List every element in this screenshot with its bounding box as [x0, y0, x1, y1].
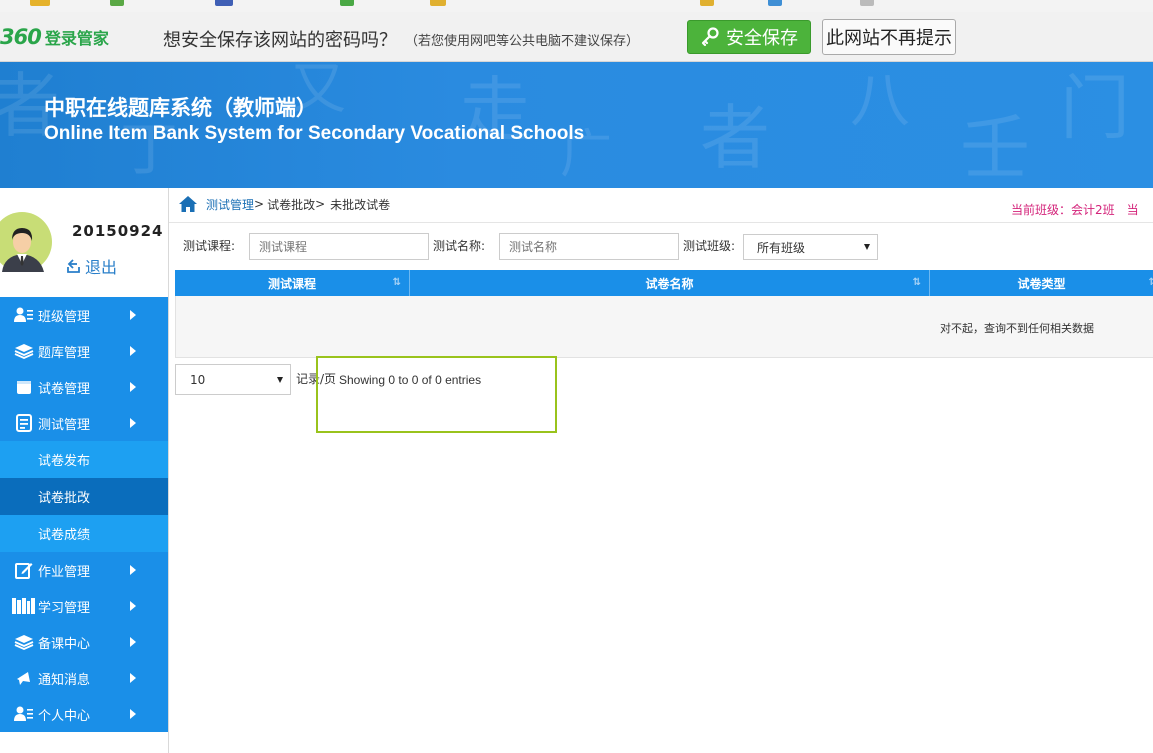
name-filter-input[interactable] [499, 233, 679, 260]
chevron-right-icon [130, 673, 136, 683]
highlight-box [316, 356, 557, 433]
header-divider [169, 222, 1153, 223]
edit-icon [11, 561, 37, 579]
username: 20150924 [72, 222, 164, 240]
document-icon [11, 414, 37, 432]
column-header-label: 试卷类型 [1017, 276, 1066, 291]
user-list-icon [11, 306, 37, 324]
name-filter-label: 测试名称: [433, 239, 486, 253]
course-filter-label: 测试课程: [183, 239, 236, 253]
public-computer-note: （若您使用网吧等公共电脑不建议保存） [405, 34, 640, 49]
menu-class-management[interactable]: 班级管理 [0, 297, 168, 333]
menu-question-bank[interactable]: 题库管理 [0, 333, 168, 369]
avatar [0, 212, 52, 272]
chevron-right-icon [130, 346, 136, 356]
menu-label: 班级管理 [38, 309, 91, 325]
user-list-icon [11, 705, 37, 723]
bell-icon [11, 669, 37, 687]
save-password-question: 想安全保存该网站的密码吗？ [163, 30, 397, 51]
page-length-select[interactable]: 10 [175, 364, 291, 395]
logout-label: 退出 [85, 258, 118, 277]
menu-test-management[interactable]: 测试管理 [0, 405, 168, 441]
submenu-publish-paper[interactable]: 试卷发布 [0, 441, 168, 478]
sidebar-divider [168, 188, 169, 753]
breadcrumb-separator: > [254, 197, 265, 211]
dropdown-arrow-icon [277, 377, 283, 383]
menu-notifications[interactable]: 通知消息 [0, 660, 168, 696]
chevron-right-icon [130, 310, 136, 320]
menu-label: 个人中心 [38, 708, 91, 724]
menu-paper-management[interactable]: 试卷管理 [0, 369, 168, 405]
menu-label: 作业管理 [38, 564, 91, 580]
system-title-cn: 中职在线题库系统（教师端） [44, 96, 317, 120]
books-icon [11, 597, 37, 615]
current-class: 当前班级：会计2班当 [1011, 201, 1139, 218]
sort-icon: ⇅ [1148, 277, 1153, 288]
class-filter-label: 测试班级: [683, 239, 736, 253]
menu-personal-center[interactable]: 个人中心 [0, 696, 168, 732]
safe-save-button[interactable]: 安全保存 [687, 20, 811, 54]
chevron-right-icon [130, 418, 136, 428]
bookmark-bar [0, 0, 1153, 12]
submenu-grade-paper[interactable]: 试卷批改 [0, 478, 168, 515]
logo-number: 360 [0, 25, 42, 49]
layers-icon [11, 633, 37, 651]
breadcrumb-separator: > [315, 197, 326, 211]
never-prompt-button[interactable]: 此网站不再提示 [822, 19, 956, 55]
sidebar: 20150924 退出 班级管理 题库管理 试卷管理 测试管理 试卷发布 试卷批… [0, 188, 168, 753]
logout-button[interactable]: 退出 [66, 254, 117, 278]
dropdown-arrow-icon [864, 244, 870, 250]
menu-label: 测试管理 [38, 417, 91, 433]
menu-homework-management[interactable]: 作业管理 [0, 552, 168, 588]
menu-study-management[interactable]: 学习管理 [0, 588, 168, 624]
paper-icon [11, 378, 37, 396]
menu-lesson-prep[interactable]: 备课中心 [0, 624, 168, 660]
menu-label: 通知消息 [38, 672, 91, 688]
safe-save-label: 安全保存 [726, 28, 798, 49]
main-menu: 班级管理 题库管理 试卷管理 测试管理 试卷发布 试卷批改 试卷成绩 作业管理 … [0, 297, 168, 732]
table-header: 测试课程 ⇅ 试卷名称 ⇅ 试卷类型 ⇅ [175, 270, 1153, 296]
chevron-right-icon [130, 601, 136, 611]
page-length-value: 10 [190, 372, 206, 387]
chevron-right-icon [130, 382, 136, 392]
system-title-en: Online Item Bank System for Secondary Vo… [44, 123, 585, 144]
menu-label: 试卷管理 [38, 381, 91, 397]
home-icon[interactable] [178, 195, 198, 213]
current-class-label: 当前班级：会计2班 [1011, 203, 1115, 217]
current-class-extra: 当 [1126, 203, 1139, 217]
class-filter-select[interactable]: 所有班级 [743, 234, 878, 260]
menu-label: 学习管理 [38, 600, 91, 616]
menu-label: 备课中心 [38, 636, 91, 652]
column-header-course[interactable]: 测试课程 ⇅ [175, 270, 410, 296]
chevron-right-icon [130, 565, 136, 575]
column-header-paper-name[interactable]: 试卷名称 ⇅ [410, 270, 930, 296]
breadcrumb-test-management[interactable]: 测试管理 [206, 196, 254, 213]
submenu-paper-scores[interactable]: 试卷成绩 [0, 515, 168, 552]
logo-text: 登录管家 [44, 29, 109, 48]
menu-label: 题库管理 [38, 345, 91, 361]
column-header-label: 测试课程 [267, 276, 316, 291]
chevron-right-icon [130, 709, 136, 719]
breadcrumb-grade-paper[interactable]: 试卷批改 [267, 196, 315, 213]
column-header-paper-type[interactable]: 试卷类型 ⇅ [930, 270, 1153, 296]
key-icon [701, 27, 719, 47]
360-logo: 360 登录管家 [0, 25, 109, 49]
logout-icon [67, 259, 80, 273]
breadcrumb: 测试管理 > 试卷批改 > 未批改试卷 [178, 195, 390, 213]
course-filter-input[interactable] [249, 233, 429, 260]
table-info: Showing 0 to 0 of 0 entries [339, 373, 482, 387]
chevron-right-icon [130, 637, 136, 647]
header-banner: 者 丁 又 走 广 者 八 壬 门 中职在线题库系统（教师端） Online I… [0, 62, 1153, 188]
user-profile: 20150924 退出 [0, 188, 168, 297]
password-save-bar: 360 登录管家 想安全保存该网站的密码吗？ （若您使用网吧等公共电脑不建议保存）… [0, 12, 1153, 62]
empty-table-message: 对不起，查询不到任何相关数据 [940, 322, 1094, 335]
class-filter-value: 所有班级 [757, 240, 806, 255]
sort-icon: ⇅ [392, 277, 401, 288]
column-header-label: 试卷名称 [645, 276, 694, 291]
layers-icon [11, 342, 37, 360]
breadcrumb-ungraded: 未批改试卷 [330, 197, 391, 212]
sort-icon: ⇅ [912, 277, 921, 288]
